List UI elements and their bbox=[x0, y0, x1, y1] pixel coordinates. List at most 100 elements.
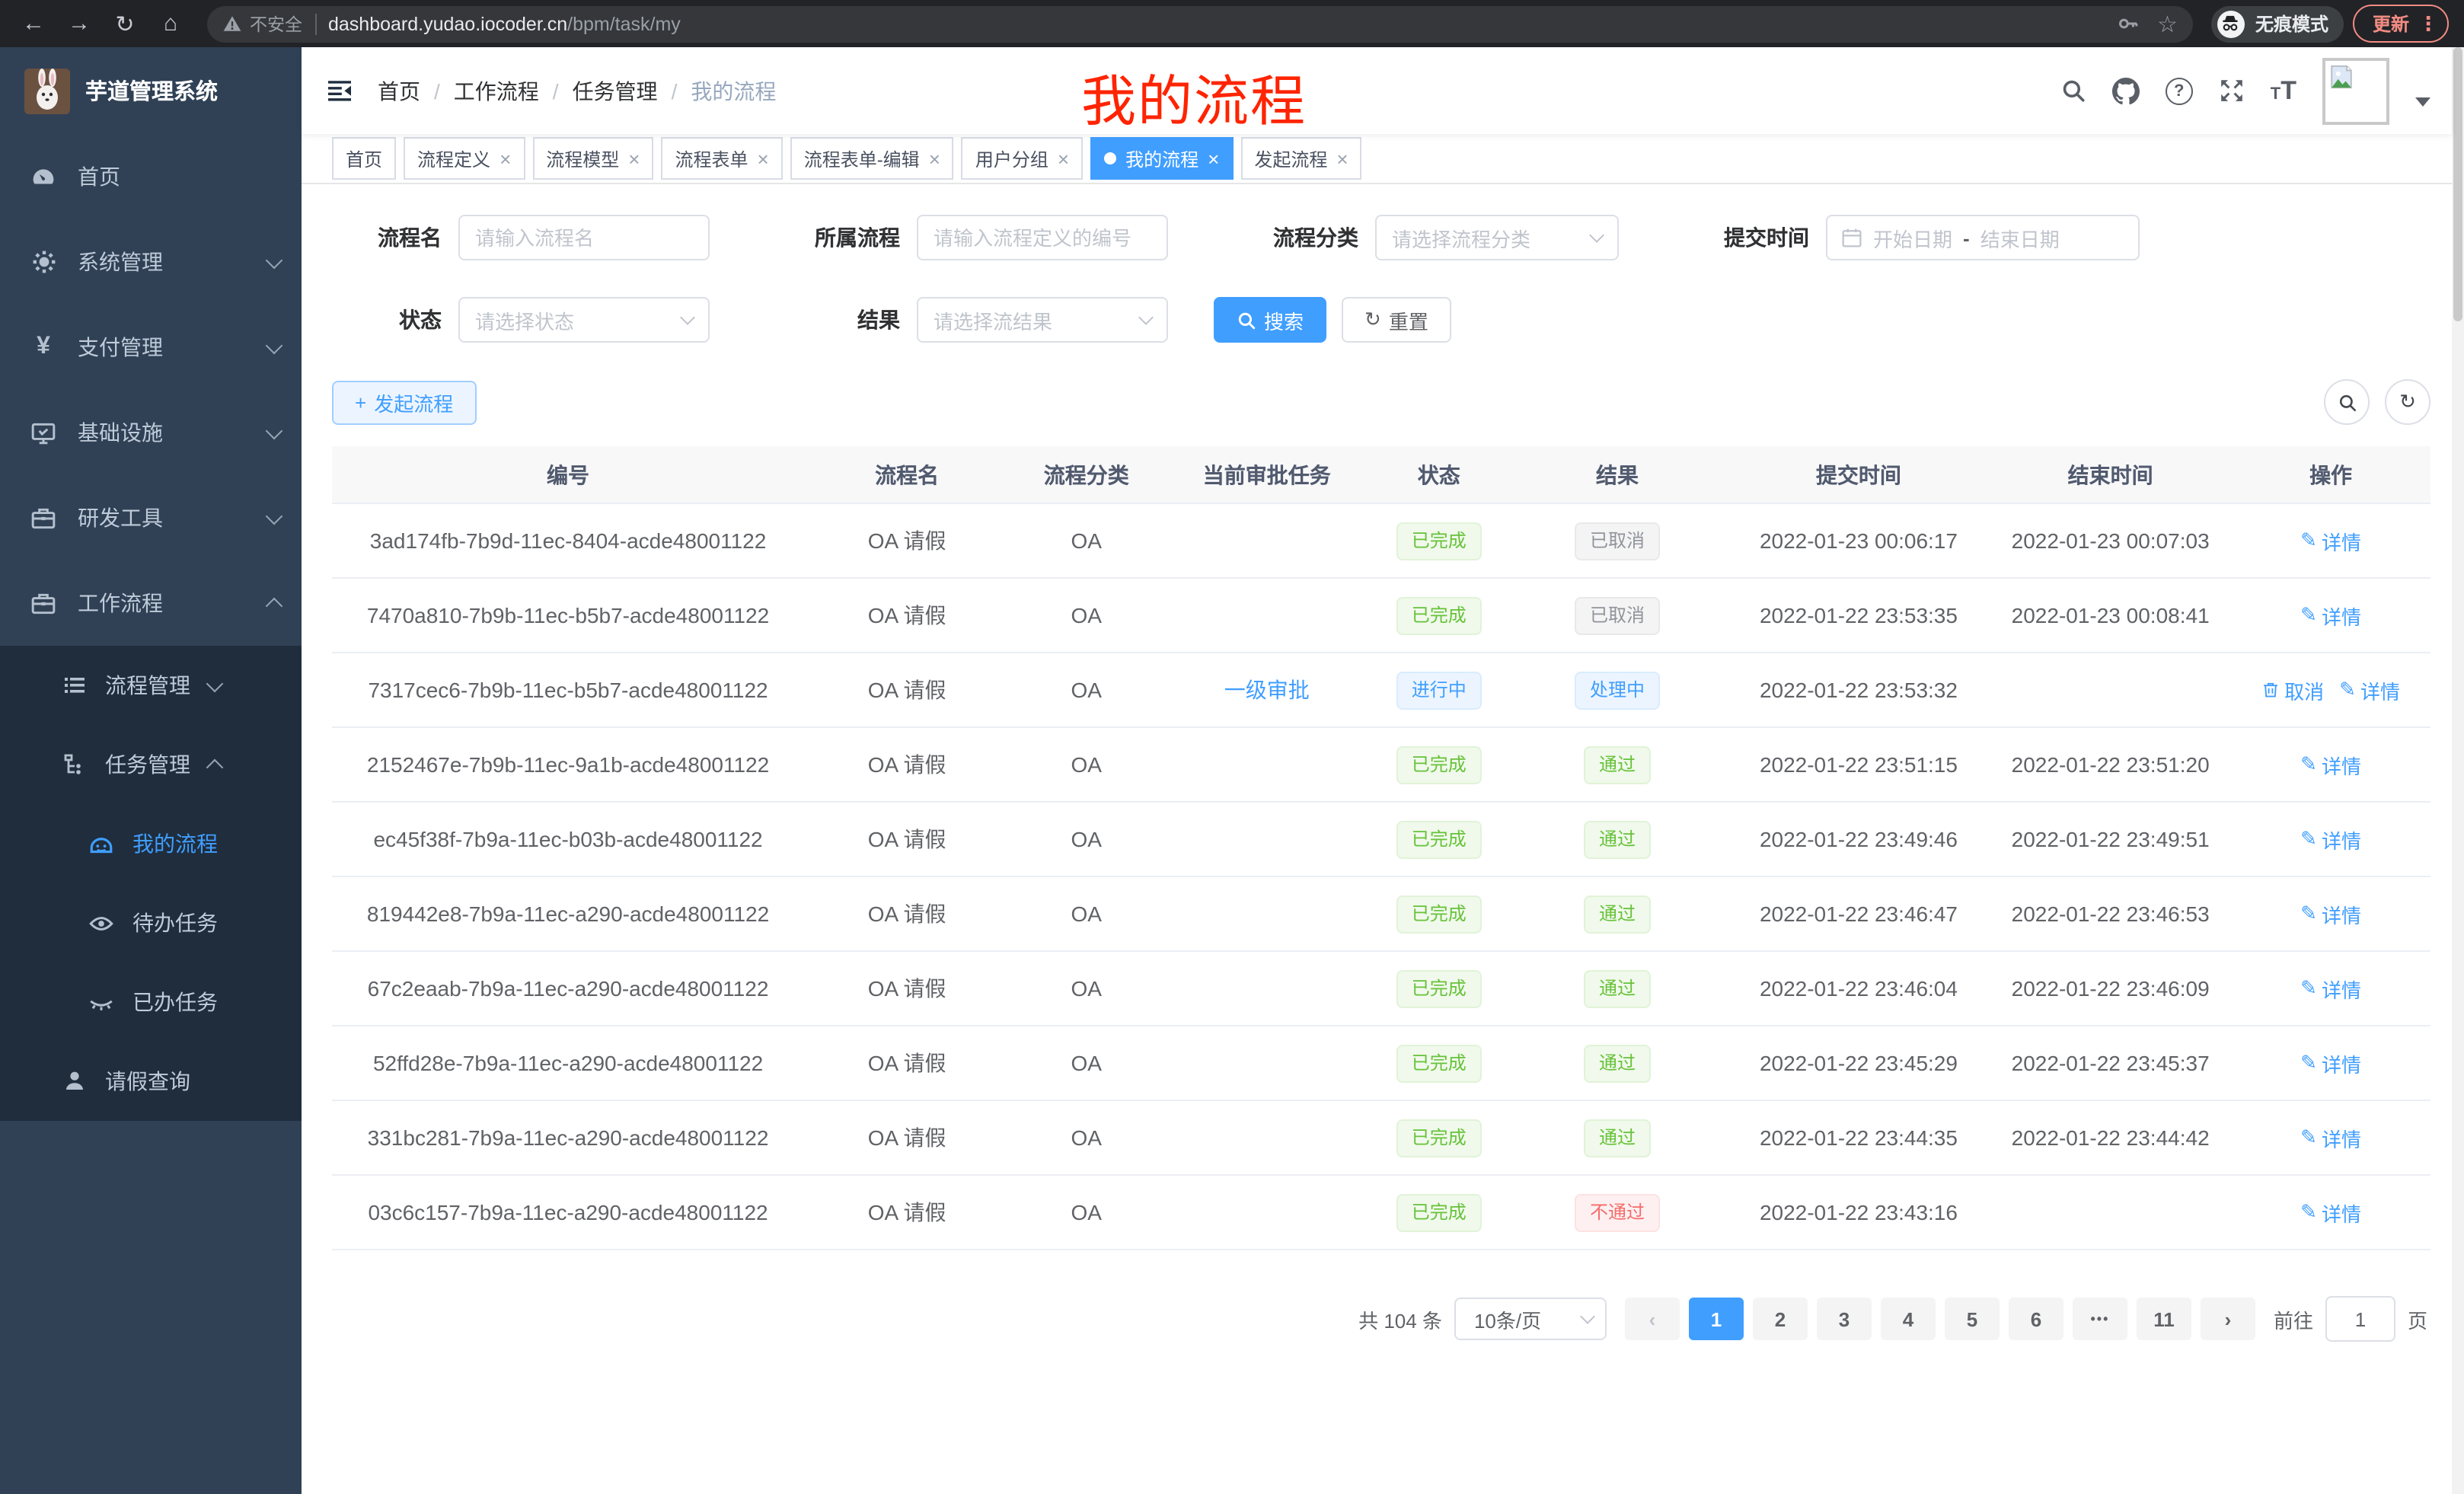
header-search-icon[interactable] bbox=[2060, 78, 2086, 104]
sidebar-item-todo-tasks[interactable]: 待办任务 bbox=[0, 883, 302, 962]
close-icon[interactable]: × bbox=[1336, 148, 1348, 168]
sidebar-item-devtools[interactable]: 研发工具 bbox=[0, 475, 302, 560]
breadcrumb-home[interactable]: 首页 bbox=[378, 75, 420, 106]
page-button-2[interactable]: 2 bbox=[1753, 1298, 1808, 1340]
address-bar[interactable]: 不安全 dashboard.yudao.iocoder.cn/bpm/task/… bbox=[207, 5, 2193, 42]
avatar[interactable] bbox=[2322, 57, 2389, 124]
refresh-table-button[interactable]: ↻ bbox=[2385, 379, 2430, 425]
gear-icon bbox=[30, 249, 56, 275]
detail-link[interactable]: ✎详情 bbox=[2300, 825, 2361, 854]
toggle-search-button[interactable] bbox=[2324, 379, 2370, 425]
browser-menu-icon[interactable]: ⋮ bbox=[2418, 11, 2438, 36]
next-page-button[interactable]: › bbox=[2201, 1298, 2255, 1340]
page-button-4[interactable]: 4 bbox=[1881, 1298, 1936, 1340]
main-content: 首页 / 工作流程 / 任务管理 / 我的流程 ? bbox=[302, 47, 2464, 1494]
reset-button[interactable]: ↻ 重置 bbox=[1342, 297, 1451, 343]
cell-name: OA 请假 bbox=[804, 727, 1010, 802]
sidebar-item-workflow[interactable]: 工作流程 bbox=[0, 560, 302, 646]
detail-link[interactable]: ✎详情 bbox=[2300, 974, 2361, 1003]
page-button-3[interactable]: 3 bbox=[1817, 1298, 1872, 1340]
page-button-5[interactable]: 5 bbox=[1945, 1298, 2000, 1340]
more-pages-button[interactable]: ••• bbox=[2073, 1298, 2127, 1340]
page-scrollbar[interactable] bbox=[2452, 47, 2464, 1494]
page-button-6[interactable]: 6 bbox=[2009, 1298, 2063, 1340]
breadcrumb-task-management[interactable]: 任务管理 bbox=[573, 75, 658, 106]
sidebar-item-leave-query[interactable]: 请假查询 bbox=[0, 1042, 302, 1121]
tag-process-form-edit[interactable]: 流程表单-编辑× bbox=[790, 137, 954, 180]
page-button-11[interactable]: 11 bbox=[2137, 1298, 2191, 1340]
close-icon[interactable]: × bbox=[1058, 148, 1069, 168]
sidebar-toggle-icon[interactable] bbox=[326, 79, 353, 102]
tag-process-form[interactable]: 流程表单× bbox=[661, 137, 782, 180]
process-name-input[interactable] bbox=[458, 215, 710, 260]
detail-link[interactable]: ✎详情 bbox=[2300, 750, 2361, 779]
sidebar-item-process-management[interactable]: 流程管理 bbox=[0, 646, 302, 725]
cell-task bbox=[1163, 951, 1371, 1026]
fullscreen-icon[interactable] bbox=[2219, 78, 2245, 104]
sidebar-item-payment[interactable]: ¥ 支付管理 bbox=[0, 305, 302, 390]
current-task-link[interactable]: 一级审批 bbox=[1224, 678, 1310, 702]
sidebar-item-my-process[interactable]: 我的流程 bbox=[0, 804, 302, 883]
prev-page-button[interactable]: ‹ bbox=[1625, 1298, 1680, 1340]
close-icon[interactable]: × bbox=[1208, 148, 1219, 168]
tag-start-process[interactable]: 发起流程× bbox=[1240, 137, 1361, 180]
status-badge: 已完成 bbox=[1396, 969, 1482, 1007]
close-icon[interactable]: × bbox=[628, 148, 640, 168]
sidebar-item-done-tasks[interactable]: 已办任务 bbox=[0, 962, 302, 1042]
goto-page-input[interactable] bbox=[2325, 1296, 2395, 1342]
cell-category: OA bbox=[1010, 1026, 1163, 1100]
close-icon[interactable]: × bbox=[500, 148, 511, 168]
sidebar-item-system[interactable]: 系统管理 bbox=[0, 219, 302, 305]
close-icon[interactable]: × bbox=[758, 148, 769, 168]
site-security[interactable]: 不安全 bbox=[222, 11, 302, 36]
status-select[interactable]: 请选择状态 bbox=[458, 297, 710, 343]
github-icon[interactable] bbox=[2112, 77, 2140, 104]
submit-time-range-picker[interactable]: 开始日期 - 结束日期 bbox=[1826, 215, 2140, 260]
cell-task bbox=[1163, 727, 1371, 802]
breadcrumb-workflow[interactable]: 工作流程 bbox=[454, 75, 539, 106]
search-button[interactable]: 搜索 bbox=[1214, 297, 1326, 343]
detail-link[interactable]: ✎详情 bbox=[2339, 675, 2400, 704]
browser-reload-icon[interactable]: ↻ bbox=[107, 5, 143, 42]
detail-link[interactable]: ✎详情 bbox=[2300, 899, 2361, 928]
bookmark-star-icon[interactable]: ☆ bbox=[2157, 10, 2178, 37]
tag-process-definition[interactable]: 流程定义× bbox=[404, 137, 525, 180]
close-icon[interactable]: × bbox=[929, 148, 940, 168]
detail-link[interactable]: ✎详情 bbox=[2300, 1198, 2361, 1227]
browser-forward-icon[interactable]: → bbox=[61, 5, 97, 42]
detail-link[interactable]: ✎详情 bbox=[2300, 526, 2361, 555]
sidebar-item-infrastructure[interactable]: 基础设施 bbox=[0, 390, 302, 475]
detail-link[interactable]: ✎详情 bbox=[2300, 601, 2361, 630]
url-path: /bpm/task/my bbox=[567, 13, 681, 34]
sidebar-item-task-management[interactable]: 任务管理 bbox=[0, 725, 302, 804]
status-badge: 已完成 bbox=[1396, 820, 1482, 858]
tag-home[interactable]: 首页 bbox=[332, 137, 396, 180]
cell-end-time: 2022-01-22 23:46:09 bbox=[1990, 951, 2231, 1026]
pager: ‹ 1 2 3 4 5 6 ••• 11 › bbox=[1625, 1298, 2255, 1340]
category-select[interactable]: 请选择流程分类 bbox=[1375, 215, 1619, 260]
browser-back-icon[interactable]: ← bbox=[15, 5, 52, 42]
start-process-button[interactable]: + 发起流程 bbox=[332, 380, 476, 424]
page-button-1[interactable]: 1 bbox=[1689, 1298, 1744, 1340]
avatar-dropdown-icon[interactable] bbox=[2415, 97, 2430, 106]
font-size-icon[interactable]: TT bbox=[2271, 78, 2296, 104]
password-key-icon[interactable] bbox=[2116, 12, 2139, 35]
process-def-input[interactable] bbox=[917, 215, 1168, 260]
detail-link[interactable]: ✎详情 bbox=[2300, 1049, 2361, 1077]
cancel-link[interactable]: 取消 bbox=[2261, 675, 2324, 704]
detail-link[interactable]: ✎详情 bbox=[2300, 1123, 2361, 1152]
result-badge: 已取消 bbox=[1575, 522, 1660, 560]
browser-home-icon[interactable]: ⌂ bbox=[152, 5, 189, 42]
scrollbar-thumb[interactable] bbox=[2453, 47, 2462, 321]
app-logo-row[interactable]: 芋道管理系统 bbox=[0, 47, 302, 134]
tag-process-model[interactable]: 流程模型× bbox=[532, 137, 653, 180]
chevron-down-icon bbox=[1138, 310, 1154, 325]
cell-id: 7317cec6-7b9b-11ec-b5b7-acde48001122 bbox=[332, 653, 804, 727]
result-select[interactable]: 请选择流结果 bbox=[917, 297, 1168, 343]
browser-update-button[interactable]: 更新 ⋮ bbox=[2353, 5, 2449, 43]
sidebar-item-home[interactable]: 首页 bbox=[0, 134, 302, 219]
page-size-select[interactable]: 10条/页 bbox=[1454, 1298, 1607, 1340]
tag-user-group[interactable]: 用户分组× bbox=[962, 137, 1083, 180]
tag-my-process[interactable]: 我的流程× bbox=[1090, 137, 1233, 180]
help-icon[interactable]: ? bbox=[2166, 77, 2193, 104]
